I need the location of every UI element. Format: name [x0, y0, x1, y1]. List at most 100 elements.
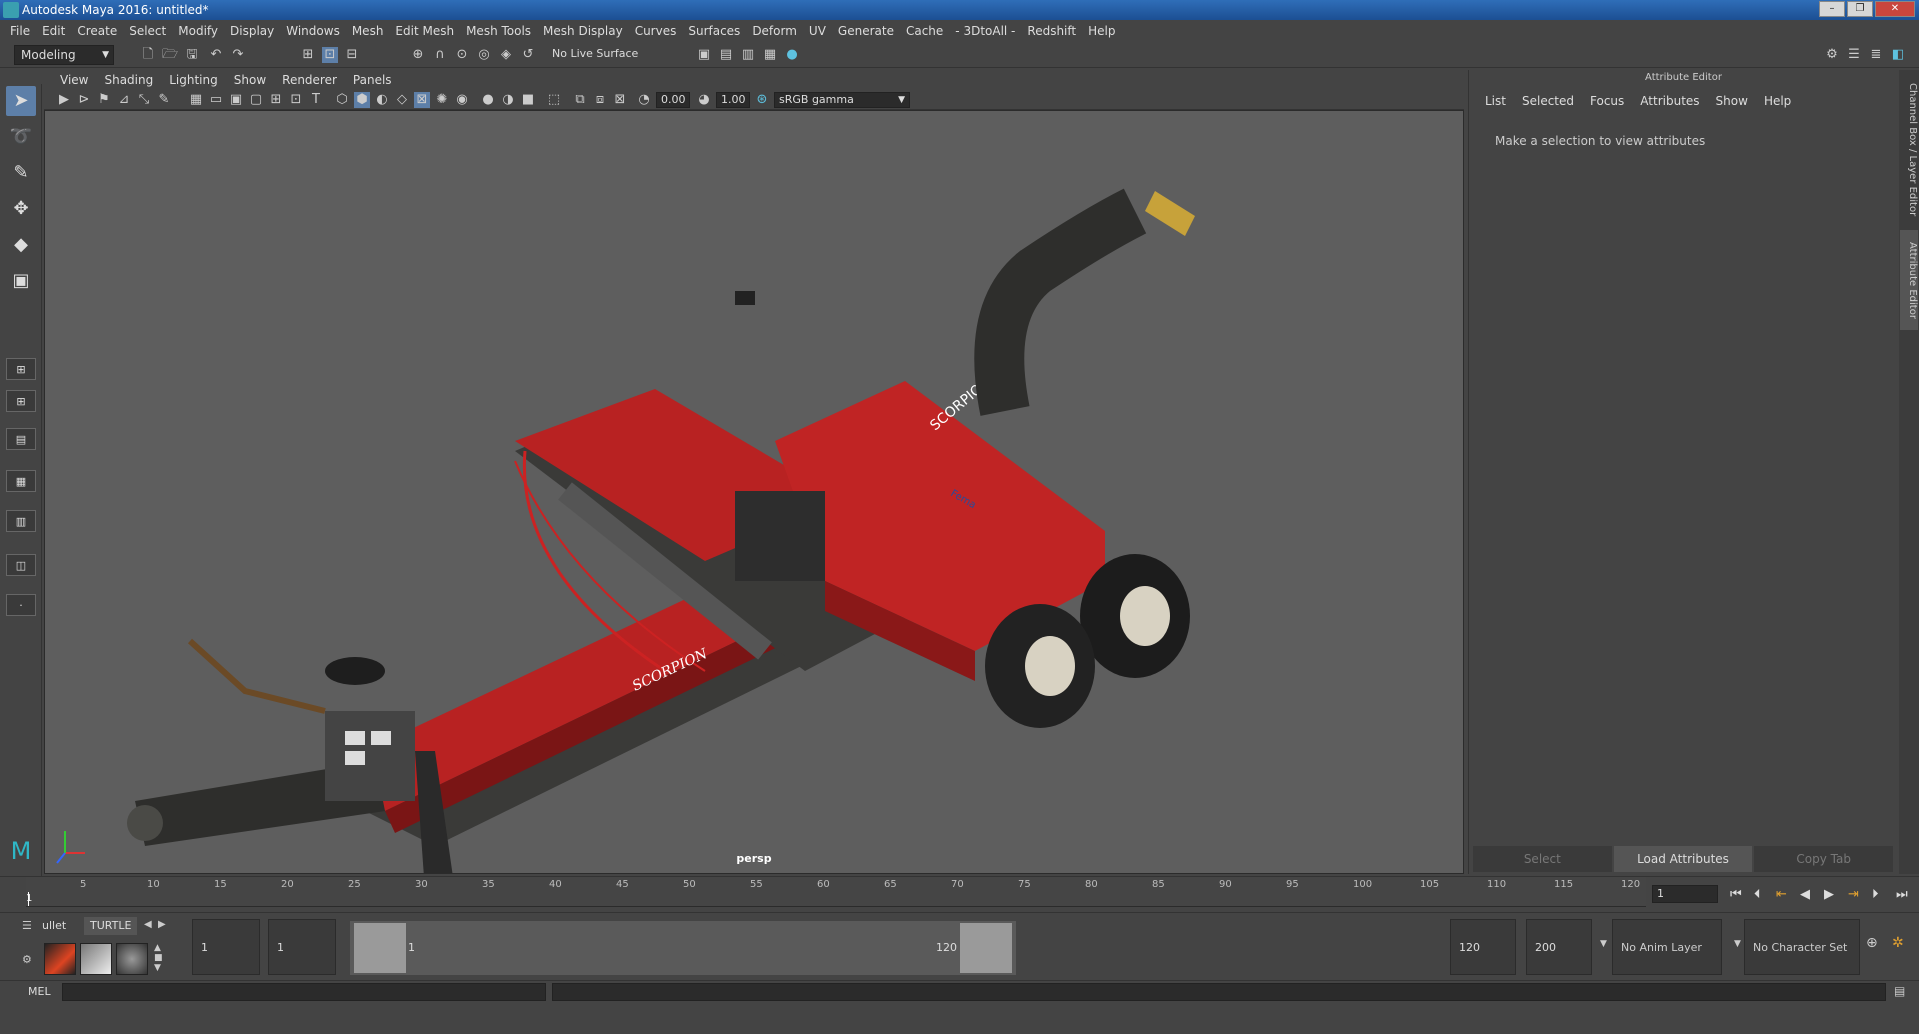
menu-mesh-tools[interactable]: Mesh Tools	[460, 24, 537, 38]
shelf-tab-turtle[interactable]: TURTLE	[84, 917, 138, 935]
menu-edit-mesh[interactable]: Edit Mesh	[389, 24, 460, 38]
motion-blur-icon[interactable]: ◑	[500, 92, 516, 108]
play-forward-icon[interactable]: ▶	[1824, 887, 1834, 902]
close-button[interactable]: ✕	[1875, 1, 1915, 17]
attr-menu-attributes[interactable]: Attributes	[1632, 94, 1707, 108]
snap-curve-icon[interactable]: ∩	[432, 47, 448, 63]
menu-mesh-display[interactable]: Mesh Display	[537, 24, 629, 38]
camera-attributes-icon[interactable]: ⊳	[76, 92, 92, 108]
auto-key-icon[interactable]: ⊕	[1866, 935, 1878, 951]
chevron-down-icon[interactable]: ▼	[1600, 939, 1607, 949]
field-chart-icon[interactable]: ⊞	[268, 92, 284, 108]
menu-modify[interactable]: Modify	[172, 24, 224, 38]
select-tool-icon[interactable]: ➤	[6, 86, 36, 116]
xray-icon[interactable]: ⧉	[572, 92, 588, 108]
attr-menu-focus[interactable]: Focus	[1582, 94, 1632, 108]
outliner-layout-icon[interactable]: ▤	[6, 428, 36, 450]
range-end-handle[interactable]	[960, 923, 1012, 973]
range-start-handle[interactable]	[354, 923, 406, 973]
redo-icon[interactable]: ↷	[230, 47, 246, 63]
time-slider[interactable]: 1 5 10 15 20 25 30 35 40 45 50 55 60 65 …	[0, 876, 1919, 912]
select-button[interactable]: Select	[1473, 846, 1612, 872]
menu-mesh[interactable]: Mesh	[346, 24, 390, 38]
film-gate-icon[interactable]: ▭	[208, 92, 224, 108]
animation-prefs-icon[interactable]: ✲	[1892, 935, 1904, 951]
wireframe-on-shaded-icon[interactable]: ◐	[374, 92, 390, 108]
live-surface-icon[interactable]: ↺	[520, 47, 536, 63]
menu-select[interactable]: Select	[123, 24, 172, 38]
mode-selector[interactable]: Modeling ▼	[14, 45, 114, 65]
tool-settings-icon[interactable]: ≣	[1868, 47, 1884, 63]
viewport-menu-shading[interactable]: Shading	[96, 73, 161, 87]
grid-toggle-icon[interactable]: ▦	[188, 92, 204, 108]
select-object-icon[interactable]: ⊡	[322, 47, 338, 63]
gamma-field[interactable]: 1.00	[716, 92, 750, 108]
turtle-bake-icon[interactable]	[80, 943, 112, 975]
use-all-lights-icon[interactable]: ✺	[434, 92, 450, 108]
safe-title-icon[interactable]: T	[308, 92, 324, 108]
perspective-viewport[interactable]: SCORPION SCORPION Fema persp	[44, 110, 1464, 874]
move-tool-icon[interactable]: ✥	[6, 194, 36, 224]
anim-end-field[interactable]: 200	[1526, 919, 1592, 975]
four-pane-layout-icon[interactable]: ⊞	[6, 390, 36, 412]
select-component-icon[interactable]: ⊟	[344, 47, 360, 63]
wireframe-icon[interactable]: ⬡	[334, 92, 350, 108]
menu-windows[interactable]: Windows	[280, 24, 346, 38]
custom-layout-icon[interactable]: ·	[6, 594, 36, 616]
time-ruler[interactable]: 1 5 10 15 20 25 30 35 40 45 50 55 60 65 …	[26, 877, 1646, 907]
scale-tool-icon[interactable]: ▣	[6, 266, 36, 296]
menu-deform[interactable]: Deform	[746, 24, 803, 38]
attr-menu-help[interactable]: Help	[1756, 94, 1799, 108]
shadows-icon[interactable]: ◉	[454, 92, 470, 108]
2d-pan-zoom-icon[interactable]: ⤡	[136, 92, 152, 108]
shelf-settings-icon[interactable]: ⚙	[22, 953, 32, 966]
graph-editor-layout-icon[interactable]: ▦	[6, 470, 36, 492]
menu-curves[interactable]: Curves	[629, 24, 683, 38]
live-surface-label[interactable]: No Live Surface	[552, 47, 638, 60]
select-hierarchy-icon[interactable]: ⊞	[300, 47, 316, 63]
paint-select-tool-icon[interactable]: ✎	[6, 158, 36, 188]
viewport-menu-view[interactable]: View	[52, 73, 96, 87]
shelf-scroll-right-icon[interactable]: ▶	[158, 919, 166, 930]
resolution-gate-icon[interactable]: ▣	[228, 92, 244, 108]
render-settings-icon[interactable]: ▦	[762, 47, 778, 63]
render-view-icon[interactable]: ▣	[696, 47, 712, 63]
new-scene-icon[interactable]: 🗋	[140, 47, 156, 63]
go-to-end-icon[interactable]: ⏭	[1896, 887, 1908, 902]
bookmark-icon[interactable]: ⚑	[96, 92, 112, 108]
tab-channel-box[interactable]: Channel Box / Layer Editor	[1900, 80, 1918, 220]
minimize-button[interactable]: –	[1819, 1, 1845, 17]
viewport-menu-lighting[interactable]: Lighting	[161, 73, 226, 87]
menu-file[interactable]: File	[4, 24, 36, 38]
attr-menu-show[interactable]: Show	[1708, 94, 1756, 108]
play-backward-icon[interactable]: ◀	[1800, 887, 1810, 902]
command-input[interactable]	[62, 983, 546, 1001]
exposure-field[interactable]: 0.00	[656, 92, 690, 108]
anim-layer-dropdown[interactable]: No Anim Layer	[1612, 919, 1722, 975]
hypershade-icon[interactable]: ●	[784, 47, 800, 63]
render-frame-icon[interactable]: ▤	[718, 47, 734, 63]
smooth-shade-icon[interactable]: ⬢	[354, 92, 370, 108]
turtle-render-icon[interactable]	[44, 943, 76, 975]
playback-end-field[interactable]: 120	[1450, 919, 1516, 975]
snap-view-icon[interactable]: ◎	[476, 47, 492, 63]
tab-attribute-editor[interactable]: Attribute Editor	[1900, 230, 1918, 330]
menu-help[interactable]: Help	[1082, 24, 1121, 38]
menu-edit[interactable]: Edit	[36, 24, 71, 38]
copy-tab-button[interactable]: Copy Tab	[1754, 846, 1894, 872]
safe-action-icon[interactable]: ⊡	[288, 92, 304, 108]
textured-icon[interactable]: ⊠	[414, 92, 430, 108]
attr-menu-selected[interactable]: Selected	[1514, 94, 1582, 108]
shelf-scroll-left-icon[interactable]: ◀	[144, 919, 152, 930]
menu-cache[interactable]: Cache	[900, 24, 949, 38]
playback-start-field[interactable]: 1	[268, 919, 336, 975]
save-scene-icon[interactable]: 🖫	[184, 47, 200, 63]
attribute-editor-toggle-icon[interactable]: ☰	[1846, 47, 1862, 63]
modeling-toolkit-icon[interactable]: ⚙	[1824, 47, 1840, 63]
menu-create[interactable]: Create	[71, 24, 123, 38]
shelf-menu-icon[interactable]: ☰	[22, 919, 32, 932]
menu-surfaces[interactable]: Surfaces	[682, 24, 746, 38]
script-editor-icon[interactable]: ▤	[1894, 984, 1905, 998]
step-forward-key-icon[interactable]: ⇥	[1848, 887, 1859, 902]
chevron-down-icon[interactable]: ▼	[1734, 939, 1741, 949]
